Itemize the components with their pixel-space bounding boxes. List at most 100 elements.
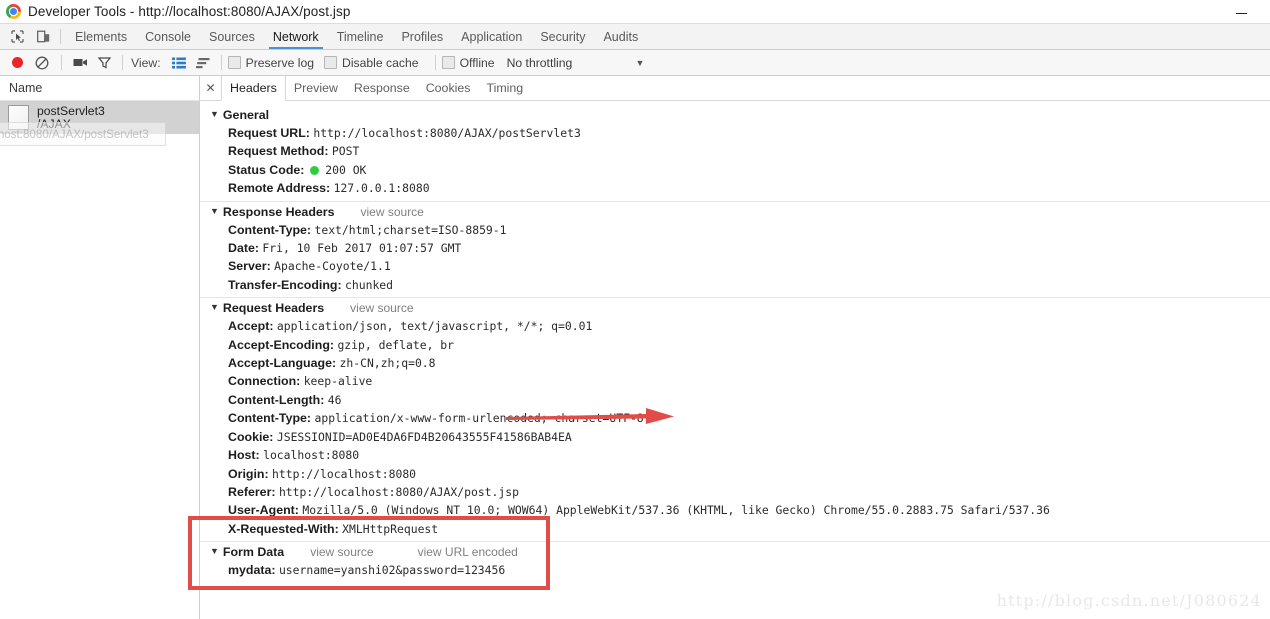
header-value: zh-CN,zh;q=0.8 xyxy=(339,356,436,371)
disable-cache-label: Disable cache xyxy=(342,55,419,70)
general-row-status-code: Status Code: 200 OK xyxy=(200,161,1270,179)
section-response-headers-title: Response Headers xyxy=(222,204,335,219)
general-row-request-url: Request URL: http://localhost:8080/AJAX/… xyxy=(200,124,1270,142)
section-request-headers-header[interactable]: ▼ Request Headers view source xyxy=(200,300,1270,317)
header-value: 127.0.0.1:8080 xyxy=(333,181,430,196)
toolbar-divider xyxy=(61,55,62,70)
request-row-cookie: Cookie: JSESSIONID=AD0E4DA6FD4B20643555F… xyxy=(200,428,1270,446)
section-general-title: General xyxy=(222,108,270,122)
section-divider xyxy=(200,297,1270,299)
detail-tab-preview[interactable]: Preview xyxy=(286,76,346,100)
tab-elements[interactable]: Elements xyxy=(66,24,136,49)
record-icon[interactable] xyxy=(5,57,29,68)
section-general-header[interactable]: ▼ General xyxy=(200,107,1270,124)
tab-security[interactable]: Security xyxy=(531,24,594,49)
response-row-server: Server: Apache-Coyote/1.1 xyxy=(200,257,1270,275)
view-list-icon[interactable] xyxy=(167,57,191,69)
request-row-x-requested-with: X-Requested-With: XMLHttpRequest xyxy=(200,520,1270,538)
request-row-origin: Origin: http://localhost:8080 xyxy=(200,465,1270,483)
camera-icon[interactable] xyxy=(68,57,92,68)
filter-icon[interactable] xyxy=(92,56,116,69)
header-key: User-Agent: xyxy=(228,503,299,518)
header-value: keep-alive xyxy=(303,374,373,389)
header-key: Content-Length: xyxy=(228,392,325,407)
tab-sources[interactable]: Sources xyxy=(200,24,264,49)
throttling-select[interactable]: No throttling xyxy=(507,56,573,70)
chevron-down-icon[interactable]: ▼ xyxy=(634,58,646,68)
view-source-link[interactable]: view source xyxy=(350,301,413,315)
view-source-link[interactable]: view source xyxy=(310,545,373,559)
tab-profiles[interactable]: Profiles xyxy=(392,24,452,49)
request-row-user-agent: User-Agent: Mozilla/5.0 (Windows NT 10.0… xyxy=(200,501,1270,519)
checkbox-box xyxy=(227,56,241,69)
clear-icon[interactable] xyxy=(29,56,55,70)
checkbox-box xyxy=(324,56,338,69)
minimize-button[interactable] xyxy=(1224,0,1258,22)
header-key: X-Requested-With: xyxy=(228,521,339,536)
request-path: /AJAX xyxy=(37,116,71,131)
disable-cache-checkbox[interactable]: Disable cache xyxy=(324,56,419,70)
general-row-request-method: Request Method: POST xyxy=(200,142,1270,160)
tab-console[interactable]: Console xyxy=(136,24,200,49)
view-source-link[interactable]: view source xyxy=(361,205,424,219)
section-divider xyxy=(200,200,1270,202)
headers-content: ▼ General Request URL: http://localhost:… xyxy=(200,101,1270,580)
request-row-content-length: Content-Length: 46 xyxy=(200,391,1270,409)
offline-label: Offline xyxy=(459,55,495,70)
close-icon[interactable]: ✕ xyxy=(200,76,221,100)
header-key: Remote Address: xyxy=(228,181,331,196)
request-row-connection: Connection: keep-alive xyxy=(200,372,1270,390)
view-url-encoded-link[interactable]: view URL encoded xyxy=(418,545,518,559)
window-title-bar: Developer Tools - http://localhost:8080/… xyxy=(0,0,1270,23)
header-value: 46 xyxy=(327,392,342,407)
section-response-headers-header[interactable]: ▼ Response Headers view source xyxy=(200,204,1270,221)
header-key: Content-Type: xyxy=(228,222,312,237)
request-row-host: Host: localhost:8080 xyxy=(200,446,1270,464)
response-row-date: Date: Fri, 10 Feb 2017 01:07:57 GMT xyxy=(200,239,1270,257)
general-row-remote-address: Remote Address: 127.0.0.1:8080 xyxy=(200,179,1270,197)
tab-audits[interactable]: Audits xyxy=(594,24,647,49)
section-divider xyxy=(200,541,1270,543)
inspect-element-icon[interactable] xyxy=(4,24,30,49)
request-row-accept: Accept: application/json, text/javascrip… xyxy=(200,317,1270,335)
detail-tab-bar: ✕ Headers Preview Response Cookies Timin… xyxy=(200,76,1270,101)
device-toolbar-icon[interactable] xyxy=(30,24,56,49)
header-value: Apache-Coyote/1.1 xyxy=(274,259,391,274)
triangle-down-icon: ▼ xyxy=(210,546,219,557)
header-value: username=yanshi02&password=123456 xyxy=(278,563,506,578)
header-key: Host: xyxy=(228,448,260,463)
header-key: Accept: xyxy=(228,319,274,334)
watermark-text: http://blog.csdn.net/J080624 xyxy=(996,591,1262,610)
header-value: application/x-www-form-urlencoded; chars… xyxy=(314,411,644,426)
header-value: XMLHttpRequest xyxy=(342,521,439,536)
offline-checkbox[interactable]: Offline xyxy=(441,55,495,70)
header-value: Mozilla/5.0 (Windows NT 10.0; WOW64) App… xyxy=(302,503,1050,518)
tab-application[interactable]: Application xyxy=(452,24,531,49)
tab-network[interactable]: Network xyxy=(264,24,328,49)
response-row-content-type: Content-Type: text/html;charset=ISO-8859… xyxy=(200,221,1270,239)
request-row-referer: Referer: http://localhost:8080/AJAX/post… xyxy=(200,483,1270,501)
form-data-row-mydata: mydata: username=yanshi02&password=12345… xyxy=(200,561,1270,579)
status-ok-icon xyxy=(309,165,319,175)
header-value: JSESSIONID=AD0E4DA6FD4B20643555F41586BAB… xyxy=(276,429,572,444)
devtools-body: Name postServlet3 /AJAX http://localhost… xyxy=(0,76,1270,619)
detail-tab-response[interactable]: Response xyxy=(346,76,418,100)
header-key: Connection: xyxy=(228,374,301,389)
preserve-log-checkbox[interactable]: Preserve log xyxy=(227,55,315,70)
header-value: application/json, text/javascript, */*; … xyxy=(276,319,593,334)
tab-timeline[interactable]: Timeline xyxy=(328,24,393,49)
detail-tab-cookies[interactable]: Cookies xyxy=(418,76,479,100)
triangle-down-icon: ▼ xyxy=(210,205,219,216)
section-form-data-header[interactable]: ▼ Form Data view source view URL encoded xyxy=(200,544,1270,561)
preserve-log-label: Preserve log xyxy=(245,55,315,70)
detail-tab-timing[interactable]: Timing xyxy=(478,76,531,100)
request-list-item[interactable]: postServlet3 /AJAX xyxy=(0,101,199,134)
header-value: http://localhost:8080/AJAX/postServlet3 xyxy=(313,126,581,140)
header-key: Content-Type: xyxy=(228,411,312,426)
request-row-content-type: Content-Type: application/x-www-form-url… xyxy=(200,409,1270,427)
view-waterfall-icon[interactable] xyxy=(191,57,215,69)
detail-tab-headers[interactable]: Headers xyxy=(221,76,286,101)
request-list-pane: Name postServlet3 /AJAX http://localhost… xyxy=(0,76,200,619)
header-key: Accept-Encoding: xyxy=(228,337,335,352)
devtools-tab-bar: Elements Console Sources Network Timelin… xyxy=(0,23,1270,50)
